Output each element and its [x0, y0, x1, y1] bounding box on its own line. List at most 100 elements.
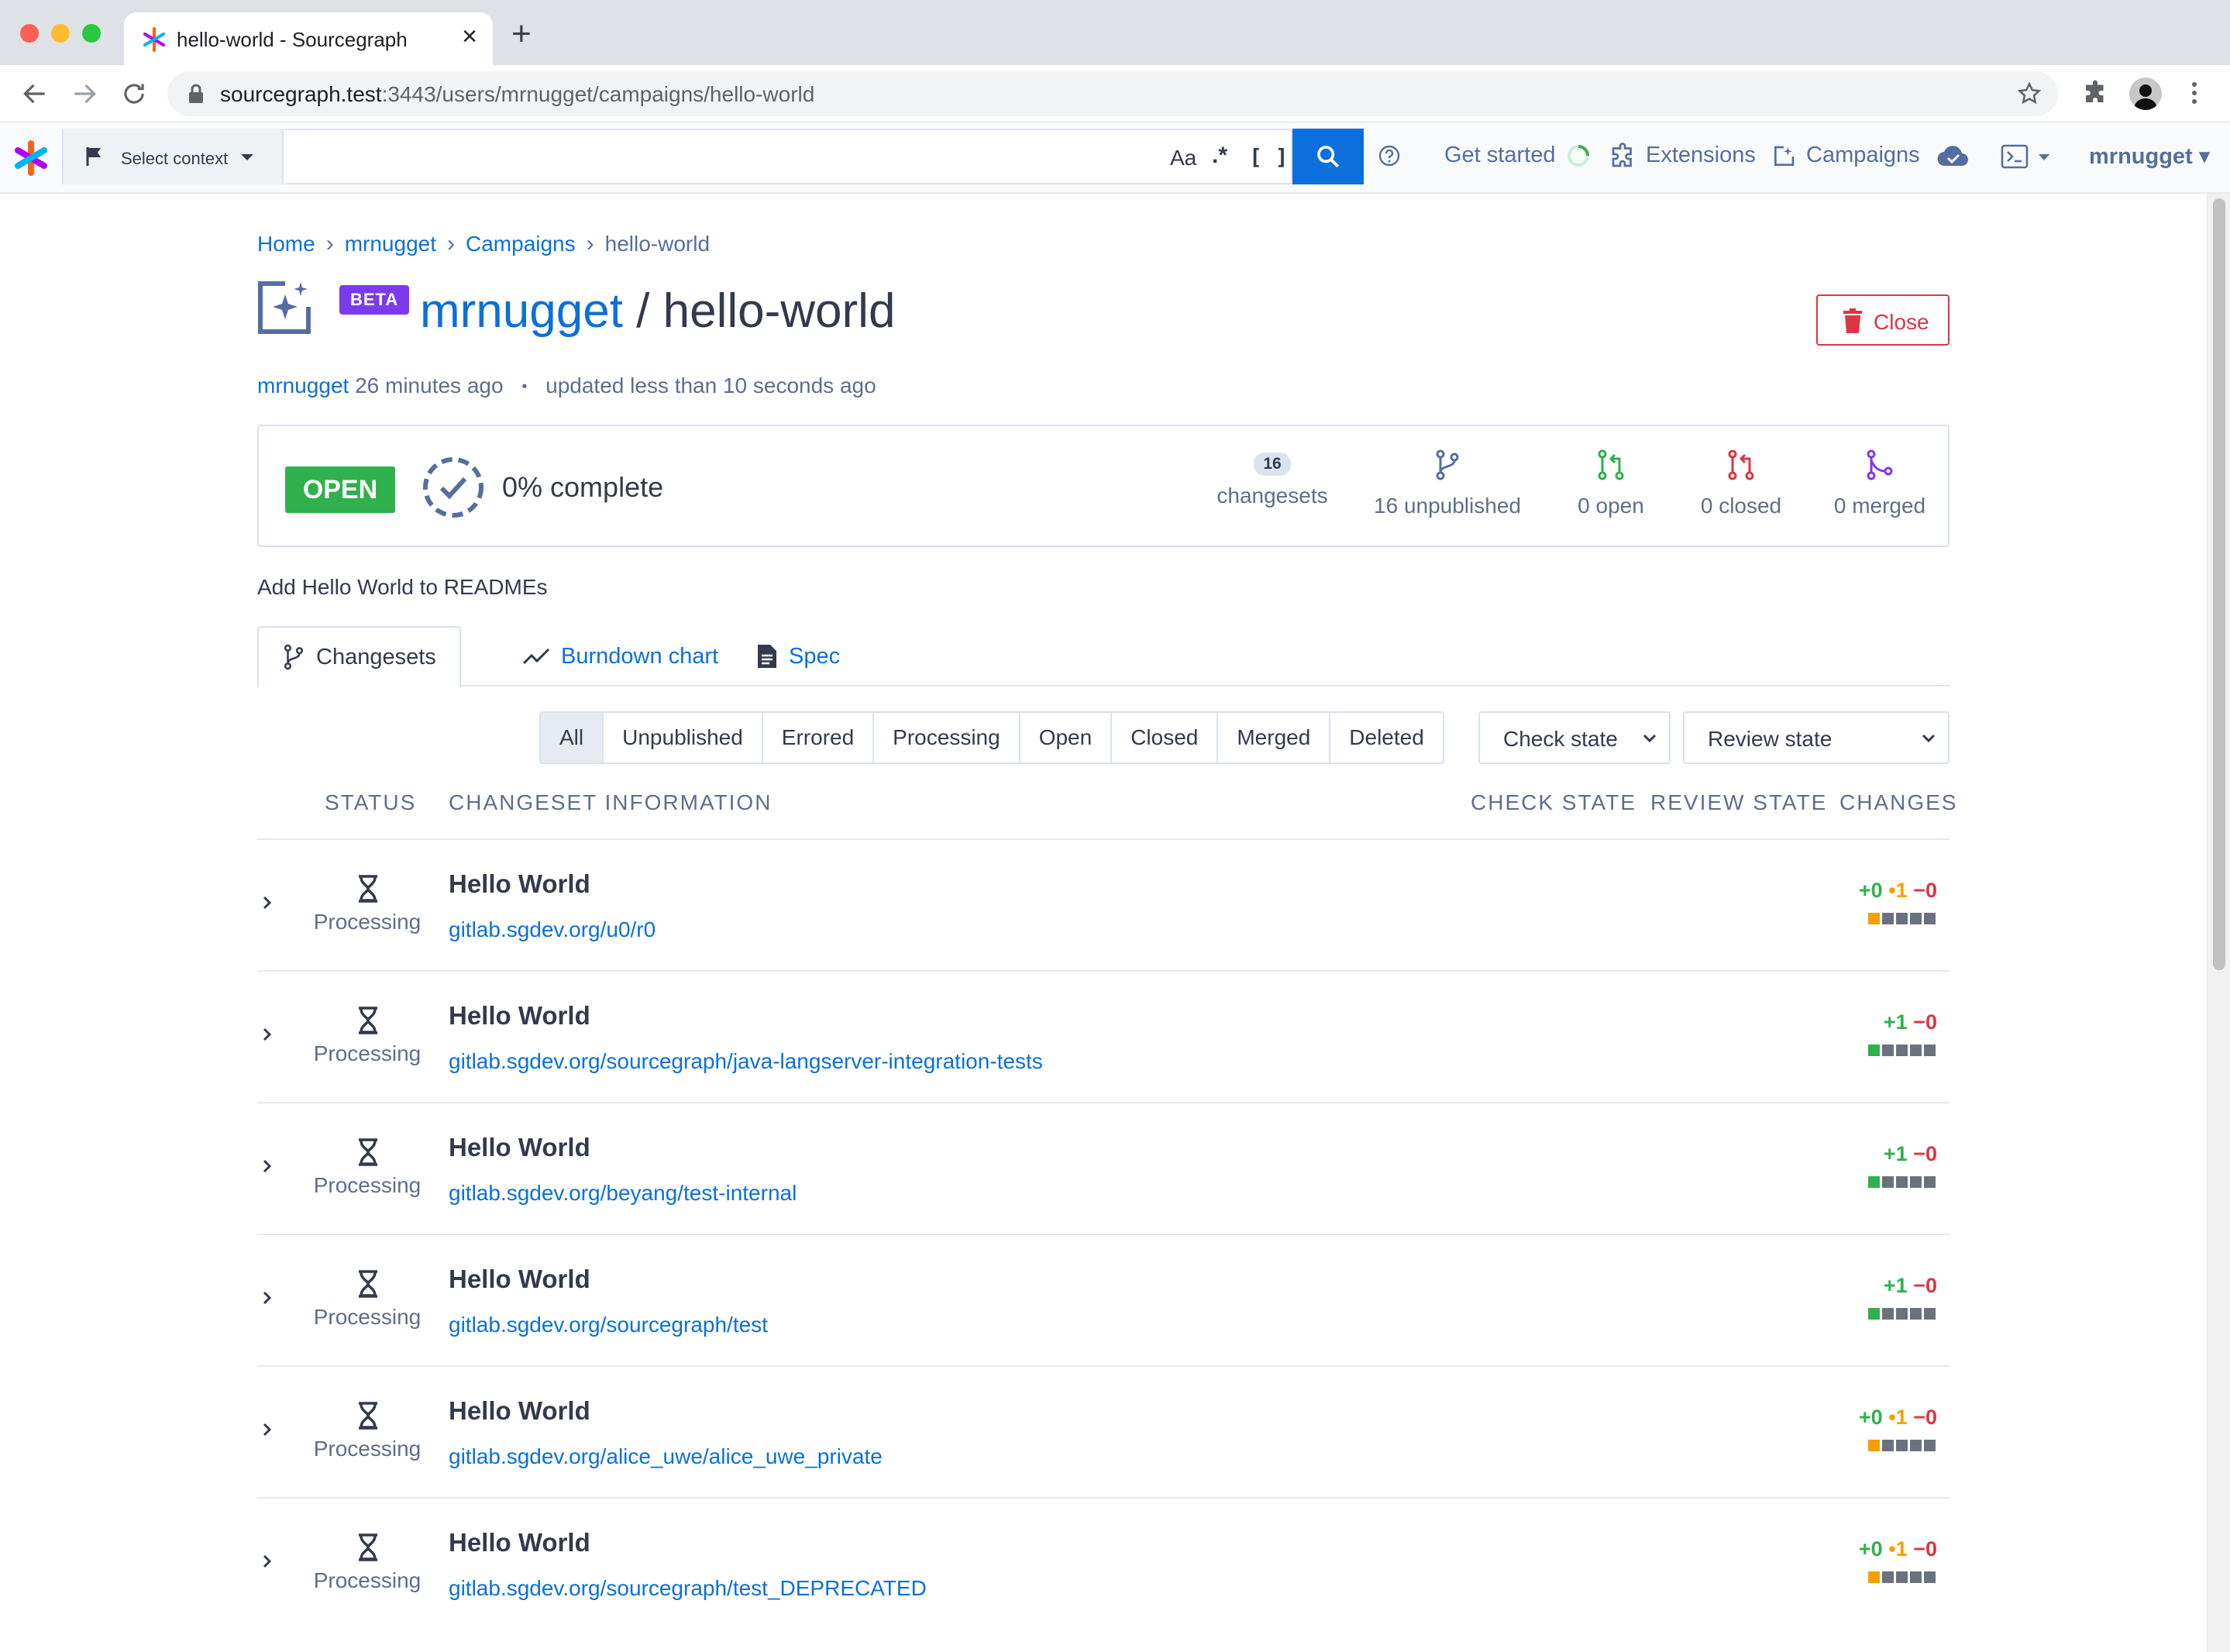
window-close-dot[interactable] [20, 24, 39, 43]
changeset-repo-link[interactable]: gitlab.sgdev.org/u0/r0 [449, 917, 656, 942]
expand-chevron-icon[interactable] [260, 893, 274, 913]
changeset-title[interactable]: Hello World [449, 1133, 590, 1162]
case-sensitivity-toggle[interactable]: Aa [1170, 146, 1196, 170]
filter-deleted[interactable]: Deleted [1330, 713, 1443, 762]
filter-all[interactable]: All [541, 713, 604, 762]
stat-unpublished: 16 unpublished [1370, 449, 1525, 518]
changeset-row: Processing Hello World gitlab.sgdev.org/… [257, 838, 1950, 970]
browser-tabstrip: hello-world - Sourcegraph × + [0, 0, 2230, 65]
url-text: sourcegraph.test:3443/users/mrnugget/cam… [220, 82, 815, 106]
forward-icon[interactable] [70, 79, 99, 108]
window-maximize-dot[interactable] [82, 24, 101, 43]
diff-stat-bar [1868, 1571, 1936, 1583]
tab-spec[interactable]: Spec [733, 626, 863, 687]
diff-stat-bar [1868, 1308, 1936, 1320]
diff-stat: +0 •1 −0 [1826, 1406, 1950, 1430]
changeset-title[interactable]: Hello World [449, 1001, 590, 1031]
extensions-puzzle-icon[interactable] [2081, 79, 2109, 107]
diff-stat: +1 −0 [1826, 1274, 1950, 1298]
filter-processing[interactable]: Processing [874, 713, 1020, 762]
close-campaign-button[interactable]: Close [1816, 294, 1950, 346]
breadcrumb-user[interactable]: mrnugget [345, 232, 436, 256]
pull-request-closed-icon [1726, 449, 1757, 480]
tab-close-icon[interactable]: × [462, 23, 477, 50]
changeset-repo-link[interactable]: gitlab.sgdev.org/sourcegraph/test [449, 1313, 768, 1337]
changeset-title[interactable]: Hello World [449, 1396, 590, 1426]
changeset-repo-link[interactable]: gitlab.sgdev.org/sourcegraph/java-langse… [449, 1049, 1043, 1074]
search-context-label: Select context [121, 149, 229, 168]
review-state-select[interactable]: Review state [1683, 711, 1950, 764]
filter-merged[interactable]: Merged [1218, 713, 1331, 762]
reload-icon[interactable] [119, 79, 149, 108]
window-minimize-dot[interactable] [51, 24, 70, 43]
back-icon[interactable] [20, 79, 50, 108]
stat-changesets: 16 changesets [1210, 449, 1334, 508]
changeset-title[interactable]: Hello World [449, 869, 590, 899]
filter-open[interactable]: Open [1020, 713, 1113, 762]
changeset-title[interactable]: Hello World [449, 1265, 590, 1294]
beta-badge: BETA [339, 285, 410, 315]
regex-toggle[interactable]: .* [1212, 143, 1227, 169]
changeset-list: Processing Hello World gitlab.sgdev.org/… [257, 838, 1950, 1629]
expand-chevron-icon[interactable] [260, 1551, 274, 1571]
diff-block-neutral [1896, 1308, 1908, 1320]
terminal-icon[interactable] [2001, 144, 2029, 169]
user-menu[interactable]: mrnugget ▾ [2089, 143, 2210, 170]
expand-chevron-icon[interactable] [260, 1156, 274, 1176]
browser-menu-icon[interactable] [2190, 79, 2199, 107]
tab-changesets[interactable]: Changesets [257, 626, 461, 688]
expand-chevron-icon[interactable] [260, 1420, 274, 1440]
diff-block-neutral [1924, 1440, 1936, 1451]
chevron-right-icon: › [447, 231, 455, 256]
check-state-select[interactable]: Check state [1478, 711, 1671, 764]
terminal-caret-down-icon[interactable] [2038, 153, 2050, 161]
tab-burndown-chart[interactable]: Burndown chart [499, 626, 742, 687]
page-scrollbar-thumb[interactable] [2213, 198, 2225, 970]
filter-errored[interactable]: Errored [763, 713, 875, 762]
new-tab-icon[interactable]: + [511, 17, 532, 51]
campaigns-link[interactable]: Campaigns [1806, 143, 1920, 168]
column-changes: CHANGES [1839, 790, 1958, 814]
cloud-check-icon[interactable] [1937, 144, 1970, 167]
trash-icon [1843, 308, 1863, 333]
search-context-dropdown[interactable]: Select context [62, 129, 284, 184]
diff-stat: +0 •1 −0 [1826, 879, 1950, 903]
diff-block-neutral [1924, 1308, 1936, 1320]
chevron-right-icon: › [325, 231, 334, 256]
breadcrumb-campaigns[interactable]: Campaigns [466, 232, 576, 256]
diff-block-neutral [1910, 1176, 1922, 1188]
filter-closed[interactable]: Closed [1112, 713, 1219, 762]
bookmark-star-icon[interactable] [2016, 81, 2042, 107]
diff-added: +1 [1883, 1010, 1908, 1034]
hourglass-icon [356, 1401, 380, 1430]
sourcegraph-logo-icon[interactable] [12, 139, 50, 177]
search-button[interactable] [1292, 129, 1364, 184]
changeset-repo-link[interactable]: gitlab.sgdev.org/alice_uwe/alice_uwe_pri… [449, 1444, 883, 1469]
namespace-link[interactable]: mrnugget [420, 284, 623, 338]
address-bar[interactable]: sourcegraph.test:3443/users/mrnugget/cam… [167, 71, 2058, 116]
breadcrumb-home[interactable]: Home [257, 232, 315, 256]
chevron-right-icon: › [586, 231, 594, 256]
changeset-repo-link[interactable]: gitlab.sgdev.org/sourcegraph/test_DEPREC… [449, 1576, 927, 1601]
extensions-link[interactable]: Extensions [1646, 143, 1756, 168]
diff-block-neutral [1896, 1176, 1908, 1188]
diff-block-neutral [1882, 1176, 1894, 1188]
help-icon[interactable] [1378, 144, 1401, 167]
expand-chevron-icon[interactable] [260, 1288, 274, 1308]
diff-deleted: −0 [1913, 1142, 1937, 1165]
expand-chevron-icon[interactable] [260, 1024, 274, 1045]
filter-unpublished[interactable]: Unpublished [604, 713, 763, 762]
changeset-repo-link[interactable]: gitlab.sgdev.org/beyang/test-internal [449, 1181, 797, 1206]
diff-changed: •1 [1888, 1537, 1908, 1561]
author-link[interactable]: mrnugget [257, 373, 349, 398]
progress-ring-icon [1567, 144, 1590, 167]
diff-block-neutral [1882, 913, 1894, 924]
profile-avatar[interactable] [2129, 77, 2162, 110]
diff-added: +1 [1883, 1274, 1908, 1297]
git-merge-icon [1864, 449, 1895, 480]
browser-tab[interactable]: hello-world - Sourcegraph × [124, 12, 493, 65]
changeset-title[interactable]: Hello World [449, 1528, 590, 1557]
structural-search-toggle[interactable]: [ ] [1249, 144, 1289, 170]
search-input[interactable]: Aa .* [ ] [285, 129, 1292, 184]
get-started-link[interactable]: Get started [1444, 143, 1555, 168]
